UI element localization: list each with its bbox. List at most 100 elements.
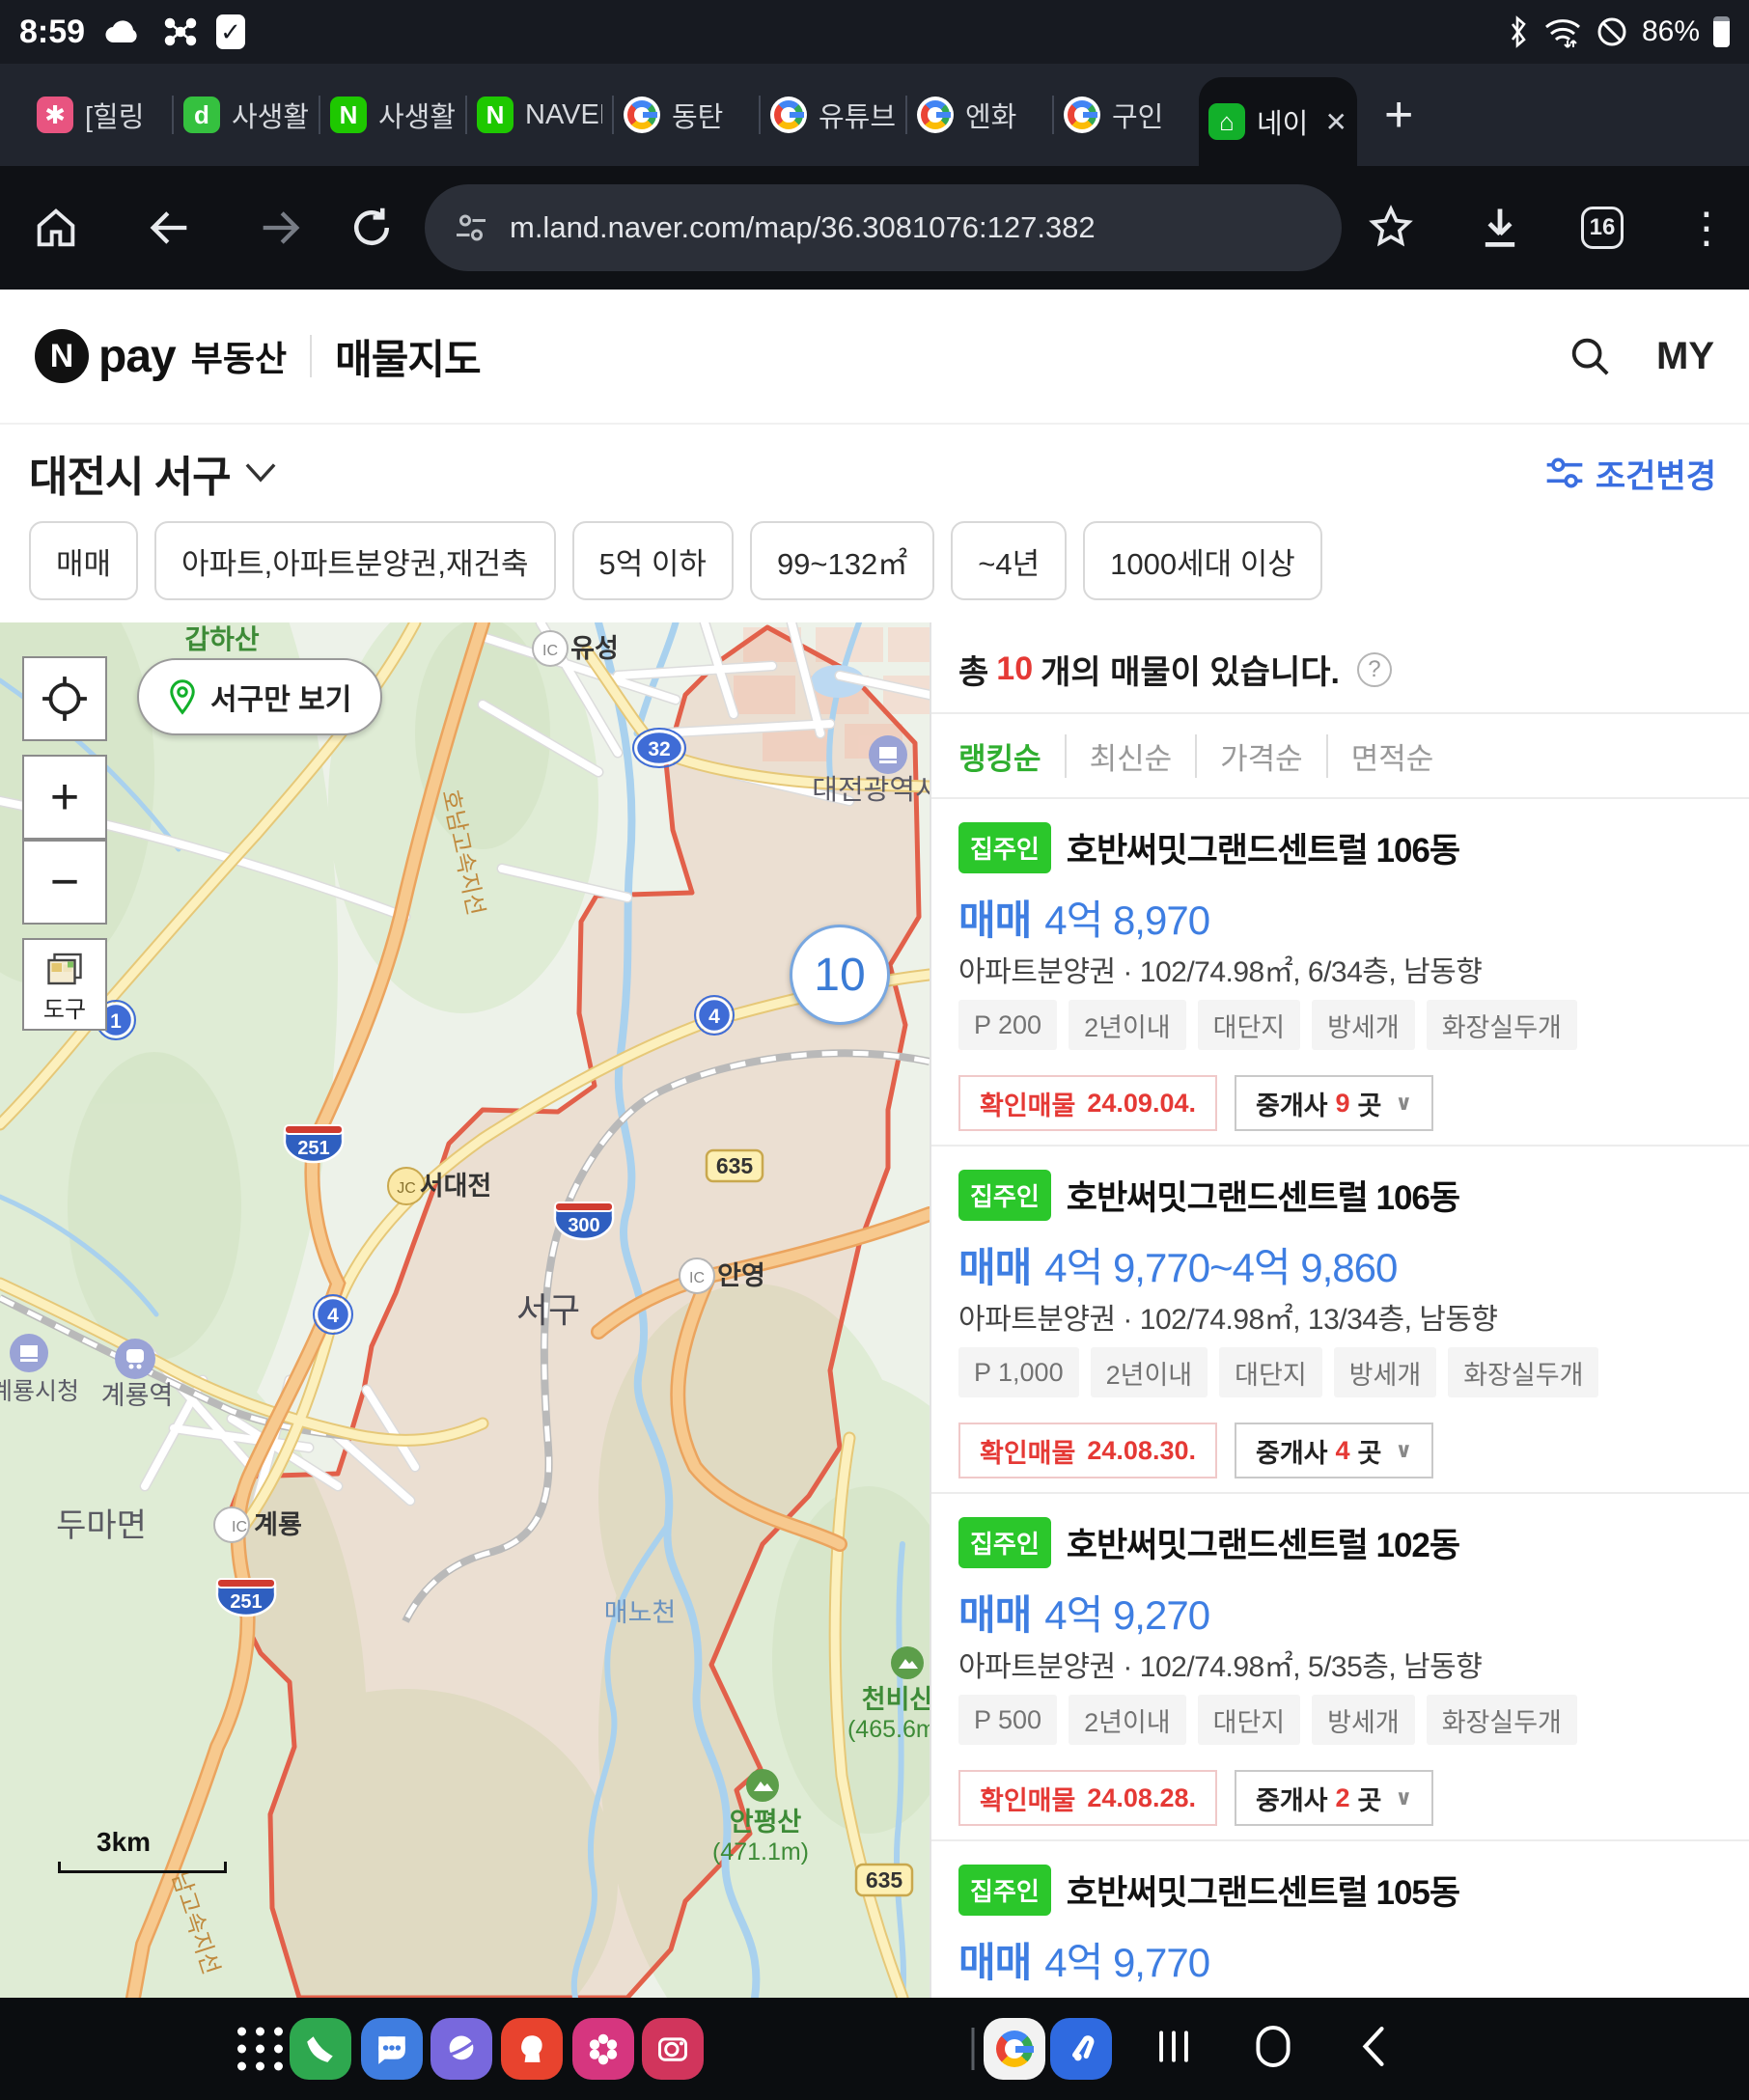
pay-logo[interactable]: pay [98,330,176,383]
sort-option[interactable]: 가격순 [1195,734,1326,778]
filter-chip[interactable]: 매매 [29,521,138,600]
ic-anyeong: IC 안영 [680,1258,765,1293]
confirmed-listing-button[interactable]: 확인매물24.09.04. [958,1075,1217,1131]
svg-text:4: 4 [708,1006,720,1028]
internet-app-icon[interactable] [430,2018,492,2080]
back-nav-button[interactable] [1356,2024,1391,2075]
sort-option[interactable]: 랭킹순 [958,734,1065,778]
listing-spec: 아파트분양권 · 102/74.98㎡, 6/34층, 남동향 [958,948,1722,981]
chevron-down-icon[interactable] [244,461,277,484]
sort-option[interactable]: 면적순 [1326,734,1458,778]
map-tools-button[interactable]: 도구 [22,938,107,1031]
agent-count-button[interactable]: 중개사9곳∨ [1235,1075,1433,1131]
filter-chip[interactable]: 1000세대 이상 [1083,521,1322,600]
confirmed-listing-button[interactable]: 확인매물24.08.30. [958,1423,1217,1478]
browser-tab[interactable]: ✱ [힐링 [27,81,172,149]
listing-card[interactable]: 집주인 호반써밋그랜드센트럴 102동 매매4억 9,270 아파트분양권 · … [931,1494,1749,1841]
close-tab-icon[interactable]: ✕ [1325,106,1347,138]
download-icon[interactable] [1475,203,1525,253]
zoom-out-button[interactable]: − [22,840,107,925]
listing-price: 매매4억 9,270 [958,1583,1722,1633]
browser-tab[interactable]: 동탄 [614,81,759,149]
tab-title: 구인 [1112,95,1163,135]
naver-logo[interactable]: N [35,329,89,383]
bookmark-star-icon[interactable] [1366,203,1416,253]
browser-tab[interactable]: N NAVER [467,81,612,149]
tab-favicon: d [183,97,220,133]
svg-text:300: 300 [568,1215,599,1236]
listing-card[interactable]: 집주인 호반써밋그랜드센트럴 106동 매매4억 9,770~4억 9,860 … [931,1147,1749,1494]
forward-button[interactable] [255,203,305,253]
listing-card[interactable]: 집주인 호반써밋그랜드센트럴 105동 매매4억 9,770 [931,1841,1749,1998]
tab-title: 엔화 [965,95,1016,135]
filter-chip[interactable]: 5억 이하 [572,521,734,600]
help-icon[interactable]: ? [1357,652,1392,687]
svg-text:서대전: 서대전 [420,1172,492,1201]
checkbox-notification-icon: ✓ [216,14,245,49]
naver-blue-app-icon[interactable] [1050,2018,1112,2080]
google-app-icon[interactable] [984,2018,1045,2080]
route-shield-251a: 251 [285,1125,343,1162]
listing-card[interactable]: 집주인 호반써밋그랜드센트럴 106동 매매4억 8,970 아파트분양권 · … [931,799,1749,1147]
reload-button[interactable] [346,202,398,254]
filter-chip[interactable]: 99~132㎡ [750,521,934,600]
route-shield-635b: 635 [856,1865,912,1895]
search-icon[interactable] [1568,334,1612,378]
map-label-city: 대전광역시 [812,774,930,806]
naver-land-favicon: ⌂ [1208,103,1245,140]
realestate-label[interactable]: 부동산 [191,331,287,381]
map-scale-line [58,1862,227,1873]
current-location-button[interactable] [22,656,107,741]
browser-tab-active[interactable]: ⌂ 네이 ✕ [1199,77,1357,166]
result-summary: 총 10 개의 매물이 있습니다. ? [931,622,1749,714]
listing-tag: 화장실두개 [1427,1695,1577,1745]
owner-badge: 집주인 [958,822,1051,873]
browser-tab[interactable]: N 사생활 [320,81,465,149]
agent-count-button[interactable]: 중개사2곳∨ [1235,1770,1433,1826]
svg-text:IC: IC [689,1270,705,1286]
listing-tags: P 2002년이내대단지방세개화장실두개 [958,1000,1722,1050]
phone-app-icon[interactable] [290,2018,351,2080]
recents-button[interactable] [1154,2026,1193,2073]
new-tab-button[interactable]: + [1384,86,1413,144]
all-apps-button[interactable] [237,2028,284,2071]
map[interactable]: 갑하산 (468.7m) 천비산 (465.6m) 안평산 (471.1m) 대… [0,622,930,1998]
listing-cluster-marker[interactable]: 10 [790,925,890,1025]
sort-bar: 랭킹순최신순가격순면적순 [931,714,1749,799]
back-button[interactable] [145,203,195,253]
browser-tab[interactable]: 엔화 [907,81,1052,149]
camera-app-icon[interactable] [642,2018,704,2080]
orange-profile-app-icon[interactable] [501,2018,563,2080]
listing-tag: 대단지 [1198,1695,1301,1745]
confirmed-listing-button[interactable]: 확인매물24.08.28. [958,1770,1217,1826]
zoom-in-button[interactable]: + [22,755,107,840]
map-label-cityhall: 계룡시청 [0,1378,79,1405]
agent-count-button[interactable]: 중개사4곳∨ [1235,1423,1433,1478]
home-nav-button[interactable] [1250,2022,1296,2077]
url-bar[interactable]: m.land.naver.com/map/36.3081076:127.382 [425,184,1342,271]
svg-text:IC: IC [542,643,558,659]
browser-tab[interactable]: 구인 [1054,81,1199,149]
listing-tag: P 200 [958,1000,1057,1050]
tab-count-button[interactable]: 16 [1581,207,1624,249]
region-selector[interactable]: 대전시 서구 [29,442,231,504]
sort-option[interactable]: 최신순 [1065,734,1196,778]
filter-chip[interactable]: ~4년 [951,521,1067,600]
listing-tag: 2년이내 [1091,1347,1208,1397]
owner-badge: 집주인 [958,1865,1051,1916]
listing-title: 호반써밋그랜드센트럴 106동 [1067,1171,1459,1220]
district-only-button[interactable]: 서구만 보기 [137,658,382,735]
svg-text:635: 635 [716,1153,754,1178]
change-conditions-button[interactable]: 조건변경 [1545,450,1716,497]
menu-kebab-icon[interactable]: ⋮ [1685,204,1728,253]
my-menu[interactable]: MY [1656,335,1714,378]
messages-app-icon[interactable] [361,2018,423,2080]
tab-title: NAVER [525,99,602,131]
gallery-app-icon[interactable] [572,2018,634,2080]
map-label-mountain: 갑하산 [184,624,260,654]
home-button[interactable] [31,203,81,253]
listing-spec: 아파트분양권 · 102/74.98㎡, 5/35층, 남동향 [958,1643,1722,1675]
filter-chip[interactable]: 아파트,아파트분양권,재건축 [154,521,555,600]
browser-tab[interactable]: d 사생활 [174,81,319,149]
browser-tab[interactable]: 유튜브 [761,81,905,149]
